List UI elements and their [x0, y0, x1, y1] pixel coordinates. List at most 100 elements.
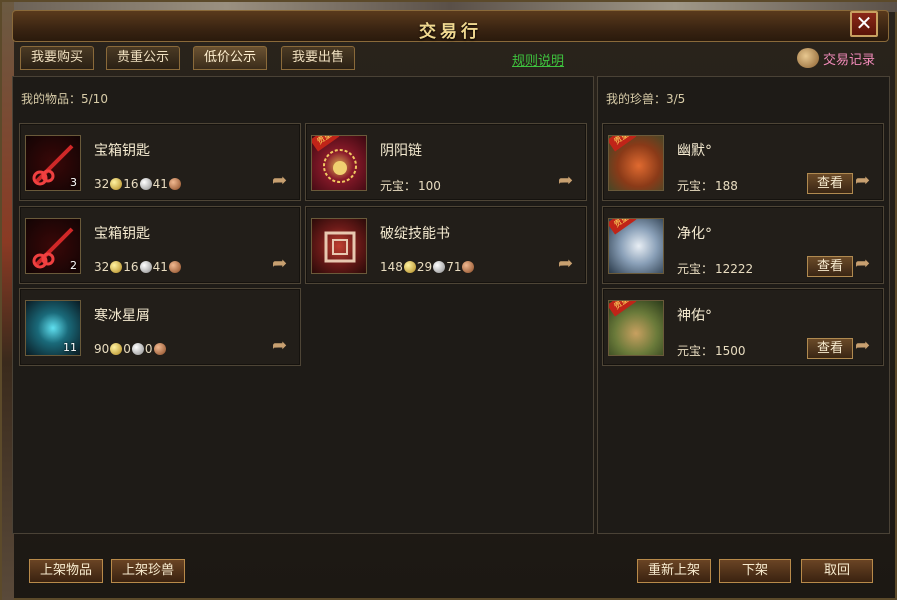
scroll-icon	[797, 48, 819, 68]
gold-coin-icon	[403, 261, 416, 273]
tab-buy[interactable]: 我要购买	[20, 46, 95, 70]
item-price: 148 29 71	[380, 260, 475, 274]
share-arrow-icon[interactable]: ➦	[272, 172, 294, 190]
share-arrow-icon[interactable]: ➦	[558, 172, 580, 190]
item-quantity: 2	[70, 259, 77, 272]
key-icon: 2	[25, 218, 81, 274]
pet-card[interactable]: 贵重 幽默° 元宝： 188 查看 ➦	[602, 123, 884, 201]
item-card[interactable]: 2 宝箱钥匙 32 16 41 ➦	[19, 206, 301, 284]
price-label: 元宝：	[677, 344, 714, 358]
gold-amount: 32	[94, 260, 110, 274]
gold-coin-icon	[110, 261, 123, 273]
share-arrow-icon[interactable]: ➦	[272, 255, 294, 273]
valuable-ribbon: 贵重	[609, 301, 637, 317]
copper-amount: 41	[152, 260, 168, 274]
copper-coin-icon	[168, 261, 181, 273]
ingot-amount: 100	[418, 178, 441, 193]
valuable-ribbon: 贵重	[609, 219, 637, 235]
share-arrow-icon[interactable]: ➦	[855, 255, 877, 273]
silver-coin-icon	[131, 343, 144, 355]
skill-book-icon	[311, 218, 367, 274]
copper-coin-icon	[462, 261, 475, 273]
trade-records-label: 交易记录	[823, 52, 876, 68]
ingot-amount: 188	[715, 178, 738, 193]
item-price: 32 16 41	[94, 177, 182, 191]
share-arrow-icon[interactable]: ➦	[558, 255, 580, 273]
view-pet-button[interactable]: 查看	[807, 256, 853, 277]
gold-amount: 32	[94, 177, 110, 191]
item-price: 90 0 0	[94, 342, 167, 356]
item-quantity: 3	[70, 176, 77, 189]
item-card[interactable]: 11 寒冰星屑 90 0 0 ➦	[19, 288, 301, 366]
key-icon: 3	[25, 135, 81, 191]
fish-pet-icon: 贵重	[608, 135, 664, 191]
ingot-amount: 1500	[715, 343, 746, 358]
silver-coin-icon	[139, 261, 152, 273]
silver-amount: 16	[123, 177, 139, 191]
pet-name: 神佑°	[677, 308, 712, 324]
item-quantity: 11	[63, 341, 77, 354]
title-bar[interactable]: 交易行	[12, 10, 889, 42]
trade-records-button[interactable]: 交易记录	[797, 47, 875, 69]
price-label: 元宝：	[380, 179, 417, 193]
list-item-button[interactable]: 上架物品	[29, 559, 103, 583]
pet-price: 元宝： 1500	[677, 342, 746, 359]
ice-shard-icon: 11	[25, 300, 81, 356]
item-name: 阴阳链	[380, 143, 422, 159]
item-price: 32 16 41	[94, 260, 182, 274]
price-label: 元宝：	[677, 262, 714, 276]
copper-amount: 0	[144, 342, 153, 356]
pet-name: 净化°	[677, 226, 712, 242]
valuable-ribbon: 贵重	[609, 136, 637, 152]
copper-amount: 41	[152, 177, 168, 191]
wolf-pet-icon: 贵重	[608, 218, 664, 274]
retrieve-button[interactable]: 取回	[801, 559, 873, 583]
gold-amount: 90	[94, 342, 110, 356]
share-arrow-icon[interactable]: ➦	[855, 172, 877, 190]
price-label: 元宝：	[677, 179, 714, 193]
silver-coin-icon	[139, 178, 152, 190]
tab-valuable-notice[interactable]: 贵重公示	[106, 46, 181, 70]
share-arrow-icon[interactable]: ➦	[272, 337, 294, 355]
ingot-amount: 12222	[715, 261, 754, 276]
close-icon: ✕	[855, 11, 873, 35]
gold-amount: 148	[380, 260, 403, 274]
copper-amount: 71	[446, 260, 462, 274]
tab-sell[interactable]: 我要出售	[281, 46, 356, 70]
item-card[interactable]: 贵重 阴阳链 元宝： 100 ➦	[305, 123, 587, 201]
pet-price: 元宝： 12222	[677, 260, 753, 277]
pet-card[interactable]: 贵重 净化° 元宝： 12222 查看 ➦	[602, 206, 884, 284]
silver-amount: 16	[123, 260, 139, 274]
gold-coin-icon	[110, 178, 123, 190]
delist-button[interactable]: 下架	[719, 559, 791, 583]
view-pet-button[interactable]: 查看	[807, 338, 853, 359]
my-pets-header: 我的珍兽：3/5	[606, 92, 686, 106]
pet-price: 元宝： 188	[677, 177, 738, 194]
item-card[interactable]: 3 宝箱钥匙 32 16 41 ➦	[19, 123, 301, 201]
pet-card[interactable]: 贵重 神佑° 元宝： 1500 查看 ➦	[602, 288, 884, 366]
tab-low-price-notice[interactable]: 低价公示	[193, 46, 268, 70]
gold-coin-icon	[110, 343, 123, 355]
silver-coin-icon	[433, 261, 446, 273]
rules-link[interactable]: 规则说明	[512, 50, 564, 69]
silver-amount: 29	[416, 260, 433, 274]
window-title: 交易行	[419, 22, 482, 42]
copper-coin-icon	[168, 178, 181, 190]
item-name: 破绽技能书	[380, 226, 450, 242]
silver-amount: 0	[123, 342, 131, 356]
pet-name: 幽默°	[677, 143, 712, 159]
item-name: 宝箱钥匙	[94, 143, 150, 159]
relist-button[interactable]: 重新上架	[637, 559, 711, 583]
necklace-icon: 贵重	[311, 135, 367, 191]
trading-window: 交易行 ✕ 我要购买 贵重公示 低价公示 我要出售 规则说明 交易记录 我的物品…	[0, 0, 897, 600]
view-pet-button[interactable]: 查看	[807, 173, 853, 194]
item-card[interactable]: 破绽技能书 148 29 71 ➦	[305, 206, 587, 284]
item-name: 寒冰星屑	[94, 308, 150, 324]
close-button[interactable]: ✕	[850, 11, 878, 37]
list-pet-button[interactable]: 上架珍兽	[111, 559, 185, 583]
my-items-header: 我的物品：5/10	[21, 92, 108, 106]
item-name: 宝箱钥匙	[94, 226, 150, 242]
item-price: 元宝： 100	[380, 177, 441, 194]
share-arrow-icon[interactable]: ➦	[855, 337, 877, 355]
tortoise-pet-icon: 贵重	[608, 300, 664, 356]
